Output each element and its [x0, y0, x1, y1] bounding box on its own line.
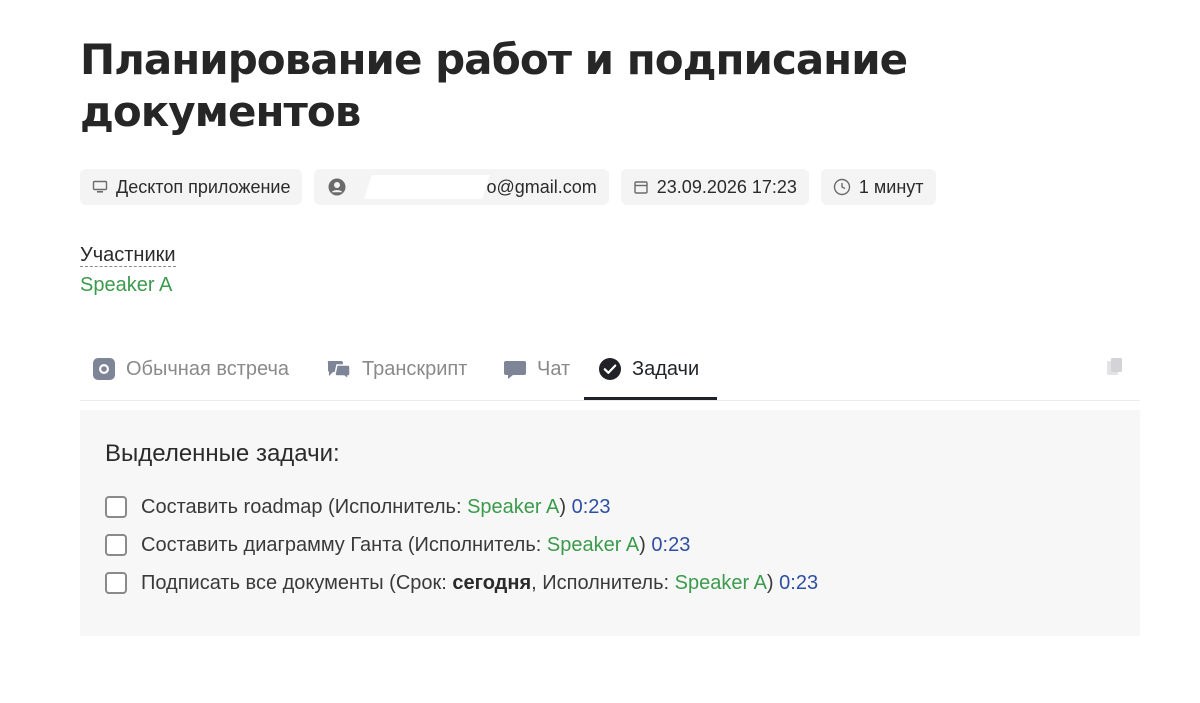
task-deadline: сегодня	[452, 571, 532, 594]
meeting-icon	[92, 357, 116, 381]
source-chip: Десктоп приложение	[80, 169, 303, 205]
tab-bar: Обычная встреча Транскрипт Чат Задачи	[80, 340, 1140, 401]
task-timestamp[interactable]: 0:23	[779, 572, 818, 595]
tab-meeting-label: Обычная встреча	[126, 357, 290, 380]
calendar-icon	[633, 179, 649, 195]
task-timestamp[interactable]: 0:23	[651, 534, 690, 557]
meta-chips: Десктоп приложение o@gmail.com 23.09.202…	[80, 169, 936, 205]
task-assignee[interactable]: Speaker A	[467, 496, 559, 519]
task-assignee[interactable]: Speaker A	[547, 534, 639, 557]
task-item: Составить диаграмму Ганта (Исполнитель: …	[105, 531, 690, 559]
active-tab-indicator	[584, 397, 717, 400]
user-chip: o@gmail.com	[314, 169, 609, 205]
participant-speaker-a[interactable]: Speaker A	[80, 274, 172, 297]
participants-label: Участники	[80, 244, 176, 267]
task-text-mid: , Исполнитель:	[531, 571, 675, 594]
transcript-icon	[326, 357, 352, 381]
task-item: Составить roadmap (Исполнитель: Speaker …	[105, 493, 611, 521]
tab-tasks-label: Задачи	[632, 357, 700, 380]
task-text: Подписать все документы (Срок:	[141, 571, 453, 594]
task-checkbox[interactable]	[105, 572, 127, 594]
task-text: Составить диаграмму Ганта (Исполнитель:	[141, 533, 547, 556]
tasks-panel: Выделенные задачи: Составить roadmap (Ис…	[80, 410, 1140, 636]
task-item: Подписать все документы (Срок: сегодня ,…	[105, 569, 818, 597]
task-text-end: )	[766, 571, 774, 594]
tab-transcript-label: Транскрипт	[362, 357, 468, 380]
duration-chip: 1 минут	[820, 169, 936, 205]
tasks-heading: Выделенные задачи:	[105, 440, 340, 467]
redacted-email	[364, 175, 491, 199]
user-icon	[328, 178, 346, 196]
task-assignee[interactable]: Speaker A	[675, 572, 767, 595]
user-email: o@gmail.com	[486, 176, 597, 197]
task-checkbox[interactable]	[105, 534, 127, 556]
check-circle-icon	[598, 357, 622, 381]
task-text-end: )	[639, 533, 646, 556]
source-label: Десктоп приложение	[116, 176, 291, 197]
datetime-label: 23.09.2026 17:23	[656, 176, 797, 197]
tab-chat-label: Чат	[537, 357, 571, 380]
task-text-end: )	[559, 495, 567, 518]
task-checkbox[interactable]	[105, 496, 127, 518]
clock-icon	[833, 178, 851, 196]
duration-label: 1 минут	[858, 176, 924, 197]
tab-tasks[interactable]: Задачи	[598, 340, 699, 398]
copy-icon[interactable]	[1104, 356, 1126, 378]
datetime-chip: 23.09.2026 17:23	[620, 169, 809, 205]
tab-chat[interactable]: Чат	[503, 340, 570, 398]
tab-meeting[interactable]: Обычная встреча	[92, 340, 289, 398]
tab-transcript[interactable]: Транскрипт	[326, 340, 467, 398]
page-title: Планирование работ и подписание документ…	[80, 35, 908, 136]
monitor-icon	[92, 179, 108, 195]
page: Планирование работ и подписание документ…	[0, 0, 1200, 703]
task-text: Составить roadmap (Исполнитель:	[141, 495, 468, 518]
chat-icon	[503, 357, 527, 381]
task-timestamp[interactable]: 0:23	[572, 496, 611, 519]
